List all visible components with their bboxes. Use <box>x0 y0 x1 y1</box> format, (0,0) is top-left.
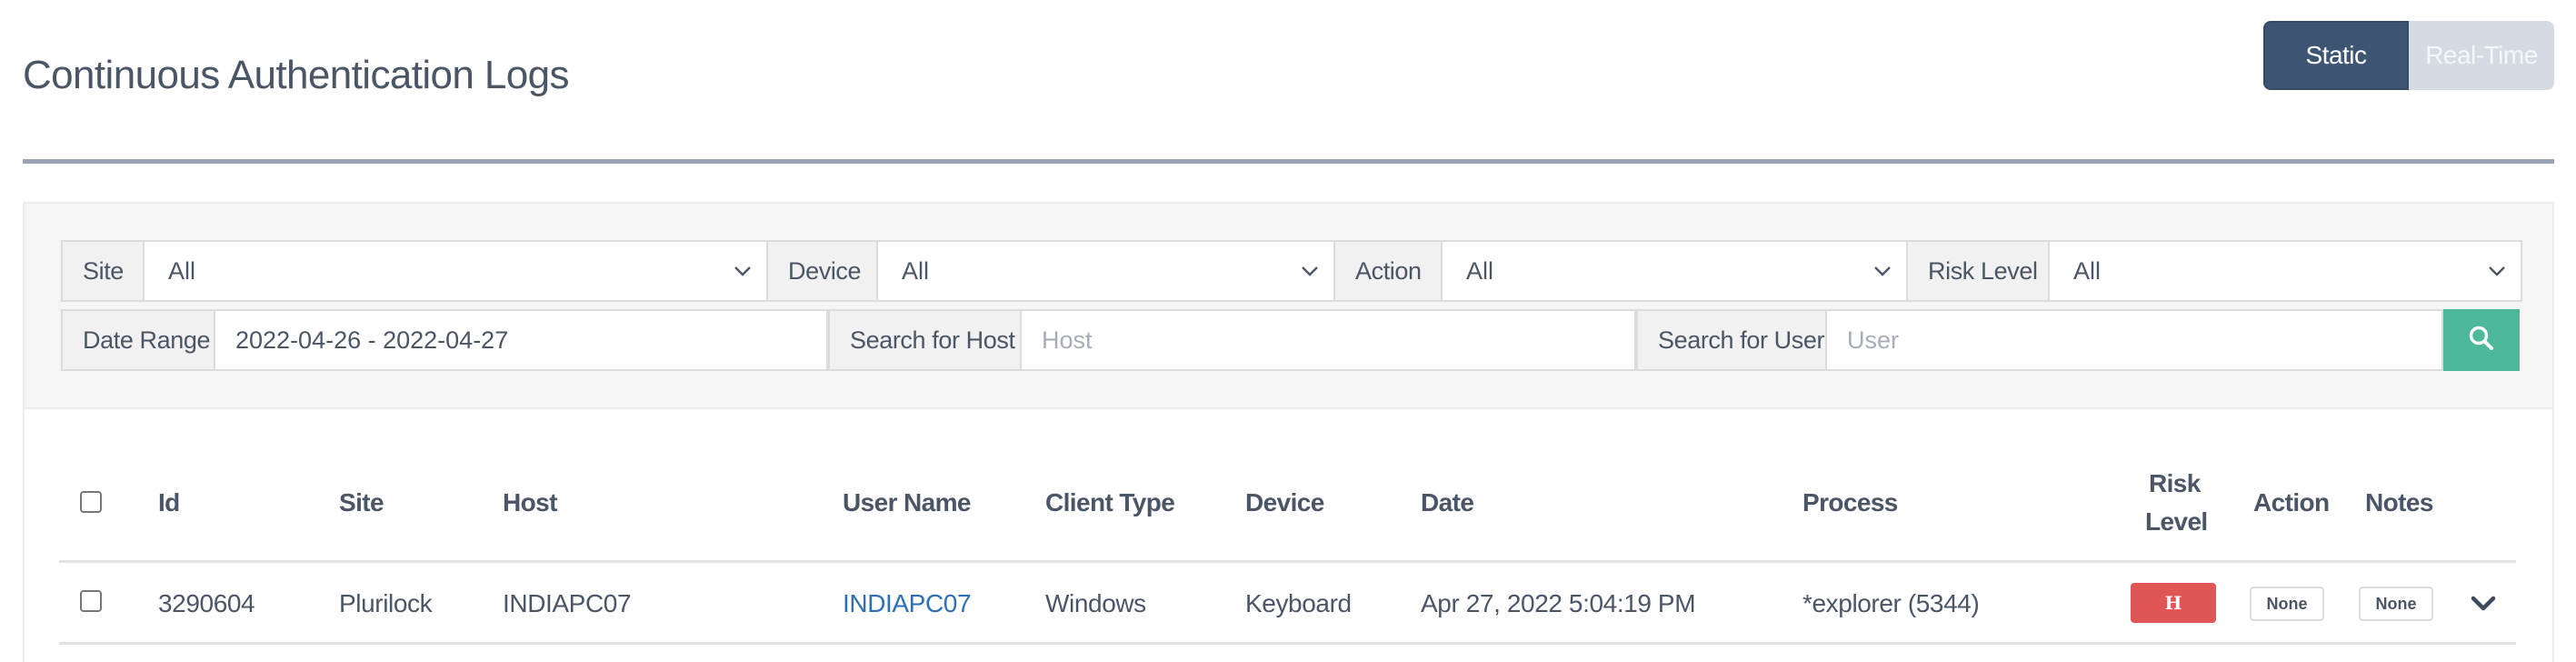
device-filter-select[interactable]: All <box>878 240 1335 302</box>
chevron-down-icon <box>2488 261 2508 281</box>
column-header-risk-level-line2[interactable]: Level <box>2145 507 2208 537</box>
notes-badge[interactable]: None <box>2359 587 2433 621</box>
column-header-device[interactable]: Device <box>1245 488 1324 517</box>
cell-date: Apr 27, 2022 5:04:19 PM <box>1421 589 1696 617</box>
column-header-date[interactable]: Date <box>1421 488 1474 517</box>
risk-level-filter-select[interactable]: All <box>2050 240 2522 302</box>
chevron-down-icon <box>1301 261 1321 281</box>
search-icon <box>2468 325 2495 356</box>
action-filter-value: All <box>1466 256 1494 285</box>
host-search-input[interactable]: Host <box>1022 309 1636 371</box>
filter-row-selects: Site All Device All Action All Risk Leve… <box>61 240 2522 302</box>
view-toggle: Static Real-Time <box>2263 21 2554 90</box>
device-filter-label: Device <box>766 240 878 302</box>
search-button[interactable] <box>2443 309 2520 371</box>
column-header-site[interactable]: Site <box>339 488 384 517</box>
column-header-notes[interactable]: Notes <box>2365 488 2433 517</box>
site-filter-value: All <box>168 256 196 285</box>
column-header-action[interactable]: Action <box>2253 488 2330 517</box>
device-filter-value: All <box>902 256 930 285</box>
title-divider <box>23 159 2554 164</box>
column-header-id[interactable]: Id <box>158 488 180 517</box>
host-search-label: Search for Host <box>828 309 1022 371</box>
column-header-user-name[interactable]: User Name <box>843 488 972 517</box>
user-search-input[interactable]: User <box>1827 309 2443 371</box>
static-view-button[interactable]: Static <box>2263 21 2409 90</box>
chevron-down-icon <box>734 261 754 281</box>
column-header-host[interactable]: Host <box>503 488 557 517</box>
cell-user-name-link[interactable]: INDIAPC07 <box>843 589 972 618</box>
action-badge[interactable]: None <box>2250 587 2324 621</box>
site-filter-select[interactable]: All <box>145 240 768 302</box>
risk-level-filter-value: All <box>2073 256 2102 285</box>
cell-id: 3290604 <box>158 589 255 617</box>
header-divider <box>59 560 2516 563</box>
action-filter-select[interactable]: All <box>1443 240 1908 302</box>
chevron-down-icon[interactable] <box>2471 595 2496 613</box>
filter-row-search: Date Range 2022-04-26 - 2022-04-27 Searc… <box>61 309 2520 371</box>
realtime-view-button[interactable]: Real-Time <box>2409 21 2554 90</box>
column-header-client-type[interactable]: Client Type <box>1045 488 1175 517</box>
filter-panel: Site All Device All Action All Risk Leve… <box>23 202 2554 409</box>
row-divider <box>59 642 2516 645</box>
page-title: Continuous Authentication Logs <box>23 53 570 97</box>
action-filter-label: Action <box>1333 240 1443 302</box>
cell-host: INDIAPC07 <box>503 589 632 617</box>
row-checkbox[interactable] <box>80 590 102 612</box>
site-filter-label: Site <box>61 240 145 302</box>
cell-site: Plurilock <box>339 589 433 617</box>
cell-process: *explorer (5344) <box>1802 589 1980 617</box>
cell-device: Keyboard <box>1245 589 1352 617</box>
risk-level-badge: H <box>2131 583 2216 623</box>
column-header-process[interactable]: Process <box>1802 488 1898 517</box>
user-search-label: Search for User <box>1636 309 1827 371</box>
chevron-down-icon <box>1873 261 1893 281</box>
select-all-checkbox[interactable] <box>80 491 102 513</box>
column-header-risk-level-line1[interactable]: Risk <box>2149 469 2201 498</box>
date-range-label: Date Range <box>61 309 215 371</box>
cell-client-type: Windows <box>1045 589 1146 617</box>
date-range-input[interactable]: 2022-04-26 - 2022-04-27 <box>215 309 828 371</box>
risk-level-filter-label: Risk Level <box>1906 240 2050 302</box>
